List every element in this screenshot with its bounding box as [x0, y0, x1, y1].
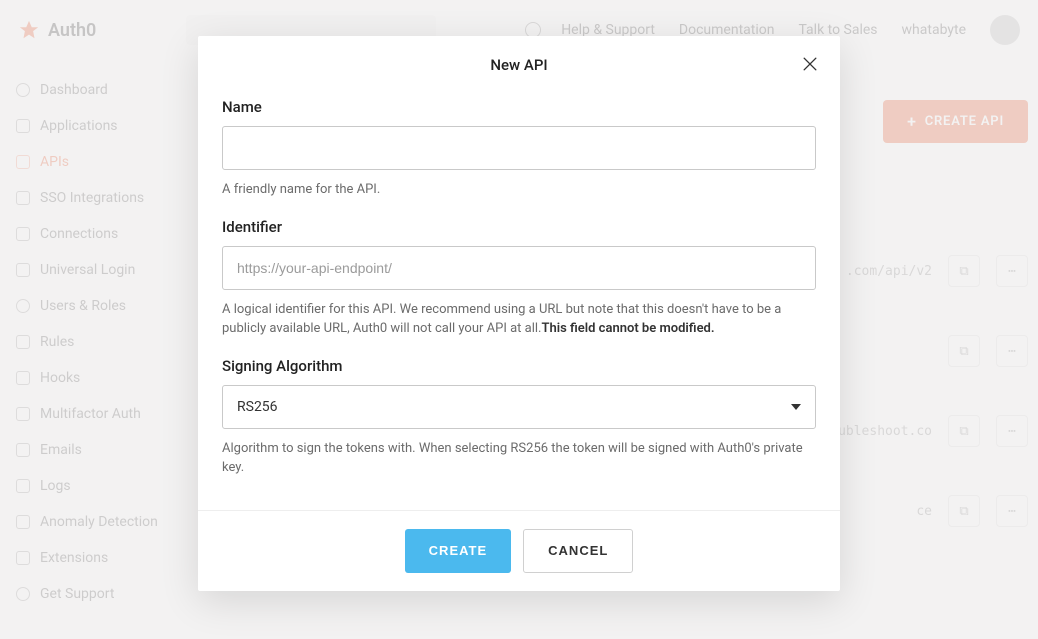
algorithm-value: RS256 — [237, 399, 278, 415]
name-field: Name A friendly name for the API. — [222, 98, 816, 200]
modal-title: New API — [222, 56, 816, 74]
name-help: A friendly name for the API. — [222, 180, 816, 200]
identifier-help: A logical identifier for this API. We re… — [222, 300, 816, 339]
algorithm-label: Signing Algorithm — [222, 357, 816, 375]
modal-footer: CREATE CANCEL — [198, 510, 840, 591]
close-icon — [800, 54, 820, 74]
identifier-field: Identifier A logical identifier for this… — [222, 218, 816, 339]
algorithm-select[interactable]: RS256 — [222, 385, 816, 429]
cancel-button[interactable]: CANCEL — [523, 529, 633, 573]
close-button[interactable] — [800, 54, 820, 74]
algorithm-help: Algorithm to sign the tokens with. When … — [222, 439, 816, 478]
modal-body: Name A friendly name for the API. Identi… — [198, 92, 840, 510]
chevron-down-icon — [791, 404, 801, 410]
create-button[interactable]: CREATE — [405, 529, 511, 573]
identifier-input[interactable] — [222, 246, 816, 290]
name-label: Name — [222, 98, 816, 116]
modal-header: New API — [198, 36, 840, 92]
new-api-modal: New API Name A friendly name for the API… — [198, 36, 840, 591]
name-input[interactable] — [222, 126, 816, 170]
identifier-label: Identifier — [222, 218, 816, 236]
algorithm-field: Signing Algorithm RS256 Algorithm to sig… — [222, 357, 816, 478]
identifier-help-bold: This field cannot be modified. — [541, 321, 714, 336]
